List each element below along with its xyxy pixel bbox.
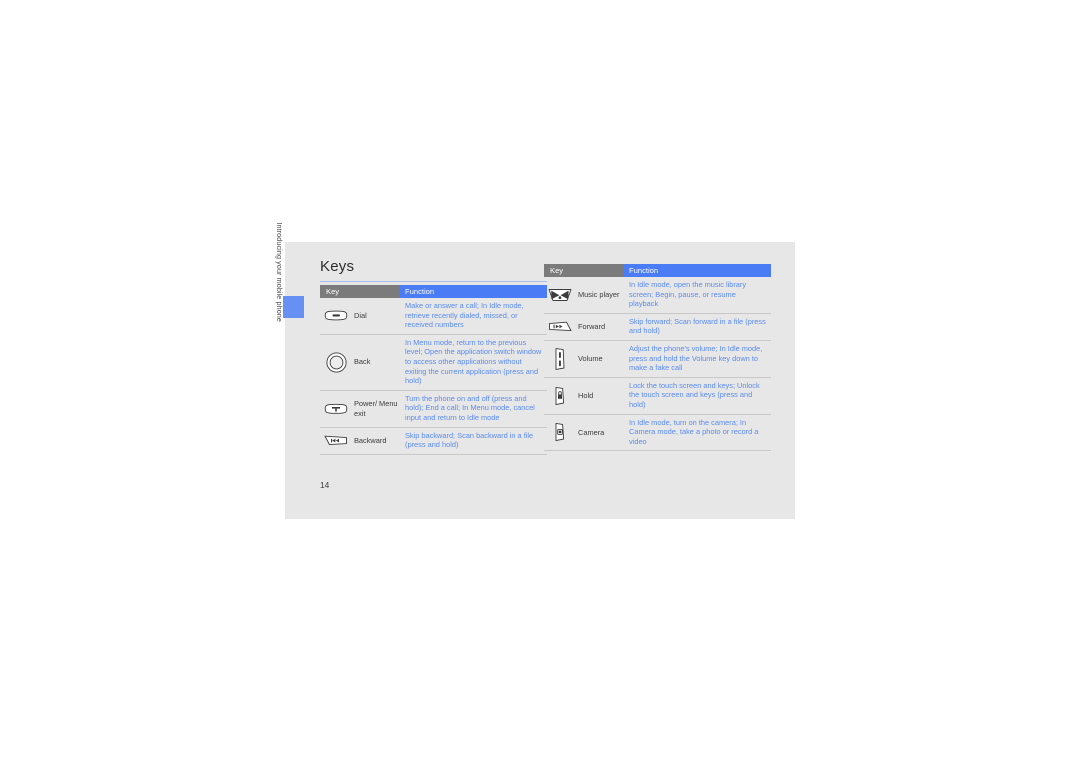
table-header-row: Key Function xyxy=(544,264,771,277)
function-cell: In Menu mode, return to the previous lev… xyxy=(405,337,542,386)
table-row: Hold Lock the touch screen and keys; Unl… xyxy=(544,378,771,415)
column-header-function: Function xyxy=(399,285,547,298)
page-number: 14 xyxy=(320,480,330,490)
keys-table-left: Key Function Dial Make or answer a call;… xyxy=(320,285,547,455)
key-label: Camera xyxy=(578,427,605,437)
function-cell: Skip forward; Scan forward in a file (pr… xyxy=(629,316,766,336)
key-cell: Backward xyxy=(320,428,399,454)
function-cell: In Idle mode, open the music library scr… xyxy=(629,280,747,309)
key-label: Forward xyxy=(578,322,606,332)
key-label: Dial xyxy=(354,311,367,321)
key-cell: Power/ Menu exit xyxy=(320,391,399,427)
dial-key-icon xyxy=(323,310,349,321)
key-cell: Volume xyxy=(544,341,623,377)
forward-key-icon xyxy=(547,321,573,332)
key-label: Volume xyxy=(578,354,603,364)
table-row: Volume Adjust the phone's volume; In Idl… xyxy=(544,341,771,378)
page-title: Keys xyxy=(320,258,355,275)
key-cell: Hold xyxy=(544,378,623,414)
volume-key-icon xyxy=(547,347,573,371)
key-cell: Forward xyxy=(544,314,623,340)
function-cell: Turn the phone on and off (press and hol… xyxy=(405,393,535,422)
function-cell: Skip backward; Scan backward in a file (… xyxy=(405,430,534,450)
table-row: Forward Skip forward; Scan forward in a … xyxy=(544,314,771,341)
column-header-function: Function xyxy=(623,264,771,277)
function-cell: Make or answer a call; In Idle mode, ret… xyxy=(405,301,524,330)
key-label: Power/ Menu exit xyxy=(354,399,398,418)
function-cell: Lock the touch screen and keys; Unlock t… xyxy=(629,380,760,409)
column-header-key: Key xyxy=(544,264,623,277)
function-cell: Adjust the phone's volume; In Idle mode,… xyxy=(629,343,763,373)
camera-key-icon xyxy=(547,422,573,442)
title-divider xyxy=(320,281,547,282)
column-header-key: Key xyxy=(320,285,399,298)
key-label: Hold xyxy=(578,390,594,400)
back-key-icon xyxy=(323,352,349,373)
key-cell: Dial xyxy=(320,298,399,334)
hold-key-icon xyxy=(547,386,573,406)
table-row: Music player In Idle mode, open the musi… xyxy=(544,277,771,314)
power-menu-exit-key-icon xyxy=(323,403,349,415)
backward-key-icon xyxy=(323,435,349,446)
manual-page: Introducing your mobile phone Keys Key F… xyxy=(275,222,795,519)
key-label: Back xyxy=(354,357,371,367)
table-row: Back In Menu mode, return to the previou… xyxy=(320,335,547,391)
table-row: Backward Skip backward; Scan backward in… xyxy=(320,428,547,455)
table-row: Camera In Idle mode, turn on the camera;… xyxy=(544,415,771,452)
keys-table-right: Key Function Music player In Idle mode, … xyxy=(544,264,771,452)
chapter-side-label-text: Introducing your mobile phone xyxy=(275,222,284,322)
key-cell: Camera xyxy=(544,415,623,451)
music-player-key-icon xyxy=(547,288,573,302)
function-cell: In Idle mode, turn on the camera; In Cam… xyxy=(629,417,759,446)
table-row: Dial Make or answer a call; In Idle mode… xyxy=(320,298,547,335)
chapter-side-label: Introducing your mobile phone xyxy=(275,182,289,322)
key-cell: Back xyxy=(320,335,399,390)
key-label: Backward xyxy=(354,435,387,445)
key-label: Music player xyxy=(578,290,620,300)
table-header-row: Key Function xyxy=(320,285,547,298)
table-row: Power/ Menu exit Turn the phone on and o… xyxy=(320,391,547,428)
key-cell: Music player xyxy=(544,277,623,313)
